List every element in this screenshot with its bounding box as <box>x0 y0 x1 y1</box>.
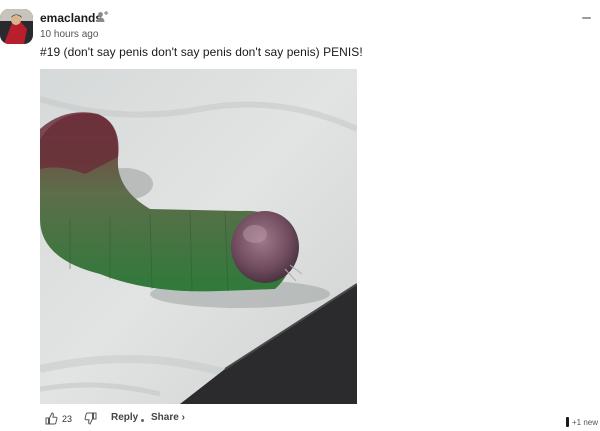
comment-text: #19 (don't say penis don't say penis don… <box>40 45 363 59</box>
reply-button[interactable]: Reply <box>111 412 138 423</box>
comment-image[interactable] <box>40 69 357 404</box>
avatar[interactable] <box>0 9 33 44</box>
username-link[interactable]: emaclands <box>40 11 102 25</box>
dot-separator <box>141 419 144 422</box>
minus-icon[interactable] <box>582 17 591 19</box>
add-user-icon[interactable] <box>95 10 109 24</box>
vote-count: 23 <box>62 414 73 424</box>
thumbs-up-icon[interactable] <box>45 412 58 425</box>
new-indicator-label: +1 new <box>572 417 599 427</box>
new-comments-indicator[interactable]: +1 new <box>566 417 598 427</box>
thumbs-down-icon[interactable] <box>84 412 97 425</box>
share-button[interactable]: Share › <box>151 412 185 423</box>
new-indicator-bar <box>566 417 569 427</box>
comment-card: emaclands 10 hours ago #19 (don't say pe… <box>0 0 600 431</box>
timestamp: 10 hours ago <box>40 29 99 40</box>
